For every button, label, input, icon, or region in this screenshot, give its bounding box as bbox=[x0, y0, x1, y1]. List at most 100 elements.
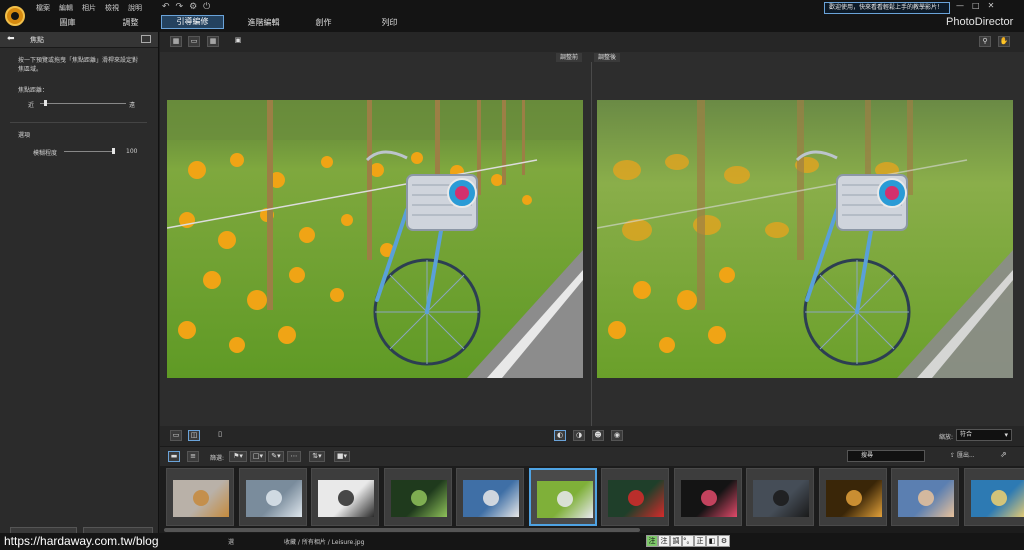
thumbnail-subject bbox=[483, 490, 499, 506]
thumbnail[interactable] bbox=[238, 468, 307, 526]
photodirector-window: 檔案 編輯 相片 檢視 說明 ↶ ↷ ⚙ ⏻ 圖庫 調整 引導編修 進階編輯 創… bbox=[0, 0, 1024, 550]
ime-item[interactable]: 正 bbox=[694, 535, 706, 547]
thumbnail[interactable] bbox=[166, 468, 234, 526]
rotate-icon[interactable]: ▯ bbox=[214, 430, 226, 441]
selected-count: 選 bbox=[228, 539, 235, 546]
blur-amount-slider-knob[interactable] bbox=[112, 148, 115, 154]
list-view-icon[interactable]: ≡ bbox=[187, 451, 199, 462]
photo-before[interactable] bbox=[167, 100, 583, 378]
thumbnail-image bbox=[753, 480, 809, 517]
sort-icon[interactable]: ⇅▾ bbox=[309, 451, 325, 462]
ime-item[interactable]: 調 bbox=[670, 535, 682, 547]
window-controls: — □ ✕ bbox=[956, 1, 994, 10]
scrollbar-thumb[interactable] bbox=[164, 528, 640, 532]
thumbnail-view-icon[interactable]: ▦ bbox=[207, 36, 219, 47]
focus-panel: ⬅ 焦點 按一下預覽或拖曳「焦點距離」滑桿來設定對焦區域。 焦點距離： 近 遠 … bbox=[0, 32, 159, 550]
ime-item[interactable]: ⚙ bbox=[718, 535, 730, 547]
ime-item[interactable]: ◧ bbox=[706, 535, 718, 547]
tab-create[interactable]: 創作 bbox=[292, 16, 355, 29]
color-filter-icon[interactable]: □▾ bbox=[250, 451, 266, 462]
stack-icon[interactable]: ■▾ bbox=[334, 451, 350, 462]
side-by-side-view-icon[interactable]: ◫ bbox=[188, 430, 200, 441]
divider bbox=[10, 122, 147, 123]
eye-icon[interactable]: ◉ bbox=[611, 430, 623, 441]
thumbnail[interactable] bbox=[746, 468, 814, 526]
thumbnail[interactable] bbox=[528, 468, 597, 526]
ime-item[interactable]: °。 bbox=[682, 535, 694, 547]
focus-distance-slider[interactable] bbox=[40, 103, 126, 104]
grid-view-icon[interactable]: ▦ bbox=[170, 36, 182, 47]
ime-item[interactable]: 注 bbox=[658, 535, 670, 547]
image-view-icon[interactable]: ▭ bbox=[188, 36, 200, 47]
welcome-tip[interactable]: 歡迎使用，快來看看輕鬆上手的教學影片！ bbox=[824, 2, 950, 14]
thumbnail[interactable] bbox=[963, 468, 1024, 526]
thumbnail[interactable] bbox=[818, 468, 887, 526]
thumbnail[interactable] bbox=[456, 468, 524, 526]
app-logo-icon bbox=[5, 6, 25, 26]
tab-advanced-edit[interactable]: 進階編輯 bbox=[232, 16, 295, 29]
contrast-icon[interactable]: ◑ bbox=[573, 430, 585, 441]
brand-name: PhotoDirector bbox=[946, 16, 1014, 28]
redo-icon[interactable]: ↷ bbox=[176, 2, 184, 12]
thumbnail[interactable] bbox=[383, 468, 452, 526]
thumbnail-subject bbox=[628, 490, 644, 506]
export-icon: ⇪ bbox=[950, 452, 957, 459]
flag-filter-icon[interactable]: ⚑▾ bbox=[229, 451, 247, 462]
thumbnail-subject bbox=[556, 491, 573, 507]
thumbnail[interactable] bbox=[601, 468, 669, 526]
blur-amount-slider[interactable] bbox=[64, 151, 114, 152]
panel-title: 焦點 bbox=[30, 36, 44, 44]
ime-toolbar: 注 注 調 °。 正 ◧ ⚙ bbox=[646, 535, 730, 547]
zoom-icon[interactable]: ⚲ bbox=[979, 36, 991, 47]
thumbnail-image bbox=[318, 480, 374, 517]
bicycle-photo-after bbox=[597, 100, 1013, 378]
zoom-select[interactable]: 符合 bbox=[956, 429, 1012, 441]
hand-tool-icon[interactable]: ✋ bbox=[998, 36, 1010, 47]
thumbnail-subject bbox=[918, 490, 934, 506]
person-icon[interactable]: ☻ bbox=[592, 430, 604, 441]
power-icon[interactable]: ⏻ bbox=[203, 2, 210, 12]
thumbnail-subject bbox=[845, 490, 862, 506]
thumbnail[interactable] bbox=[891, 468, 959, 526]
thumbnail-image bbox=[173, 480, 229, 517]
tab-adjust[interactable]: 調整 bbox=[99, 16, 162, 29]
search-input[interactable]: 搜尋 bbox=[847, 450, 925, 462]
more-icon[interactable]: ⋯ bbox=[287, 451, 301, 462]
brush-filter-icon[interactable]: ✎▾ bbox=[268, 451, 284, 462]
export-button[interactable]: ⇪ 匯出... bbox=[950, 450, 990, 462]
thumbnail-subject bbox=[700, 490, 717, 506]
view-toolbar: ▦ ▭ ▦ ▣ ⚲ ✋ bbox=[160, 32, 1024, 52]
tab-print[interactable]: 列印 bbox=[358, 16, 421, 29]
ime-item[interactable]: 注 bbox=[646, 535, 658, 547]
single-view-icon[interactable]: ▭ bbox=[170, 430, 182, 441]
tab-library[interactable]: 圖庫 bbox=[36, 16, 99, 29]
compare-toggle-icon[interactable]: ◐ bbox=[554, 430, 566, 441]
settings-icon[interactable]: ⚙ bbox=[189, 2, 197, 12]
breadcrumb[interactable]: 收藏 / 所有相片 / Leisure.jpg bbox=[284, 537, 364, 546]
back-arrow-icon[interactable]: ⬅ bbox=[7, 34, 15, 44]
thumbnail-image bbox=[970, 480, 1024, 517]
share-icon[interactable]: ⇗ bbox=[1000, 450, 1014, 462]
thumbnail-subject bbox=[773, 490, 789, 506]
filter-label: 篩選: bbox=[210, 455, 225, 462]
minimize-icon[interactable]: — bbox=[956, 1, 964, 10]
undo-icon[interactable]: ↶ bbox=[162, 2, 170, 12]
filmstrip-view-icon[interactable]: ▬ bbox=[168, 451, 180, 462]
thumbnail[interactable] bbox=[311, 468, 379, 526]
close-icon[interactable]: ✕ bbox=[988, 1, 995, 10]
menu-help[interactable]: 說明 bbox=[128, 3, 142, 13]
maximize-icon[interactable]: □ bbox=[972, 1, 980, 10]
filmstrip-toolbar: ▬ ≡ 篩選: ⚑▾ □▾ ✎▾ ⋯ ⇅▾ ■▾ ⚲ 搜尋 ⇪ 匯出... ⇗ bbox=[160, 446, 1024, 466]
tab-guided-edit[interactable]: 引導編修 bbox=[161, 15, 224, 29]
menu-photo[interactable]: 相片 bbox=[82, 3, 96, 13]
menu-view[interactable]: 檢視 bbox=[105, 3, 119, 13]
watermark-text: https://hardaway.com.tw/blog bbox=[4, 534, 159, 548]
screen-view-icon[interactable]: ▣ bbox=[232, 36, 244, 47]
menu-edit[interactable]: 編輯 bbox=[59, 3, 73, 13]
thumbnail[interactable] bbox=[673, 468, 742, 526]
focus-distance-slider-knob[interactable] bbox=[44, 100, 48, 106]
photo-after[interactable] bbox=[597, 100, 1013, 378]
expand-panel-icon[interactable] bbox=[141, 35, 151, 43]
menu-file[interactable]: 檔案 bbox=[36, 3, 50, 13]
module-tabs: 圖庫 調整 bbox=[36, 16, 162, 29]
